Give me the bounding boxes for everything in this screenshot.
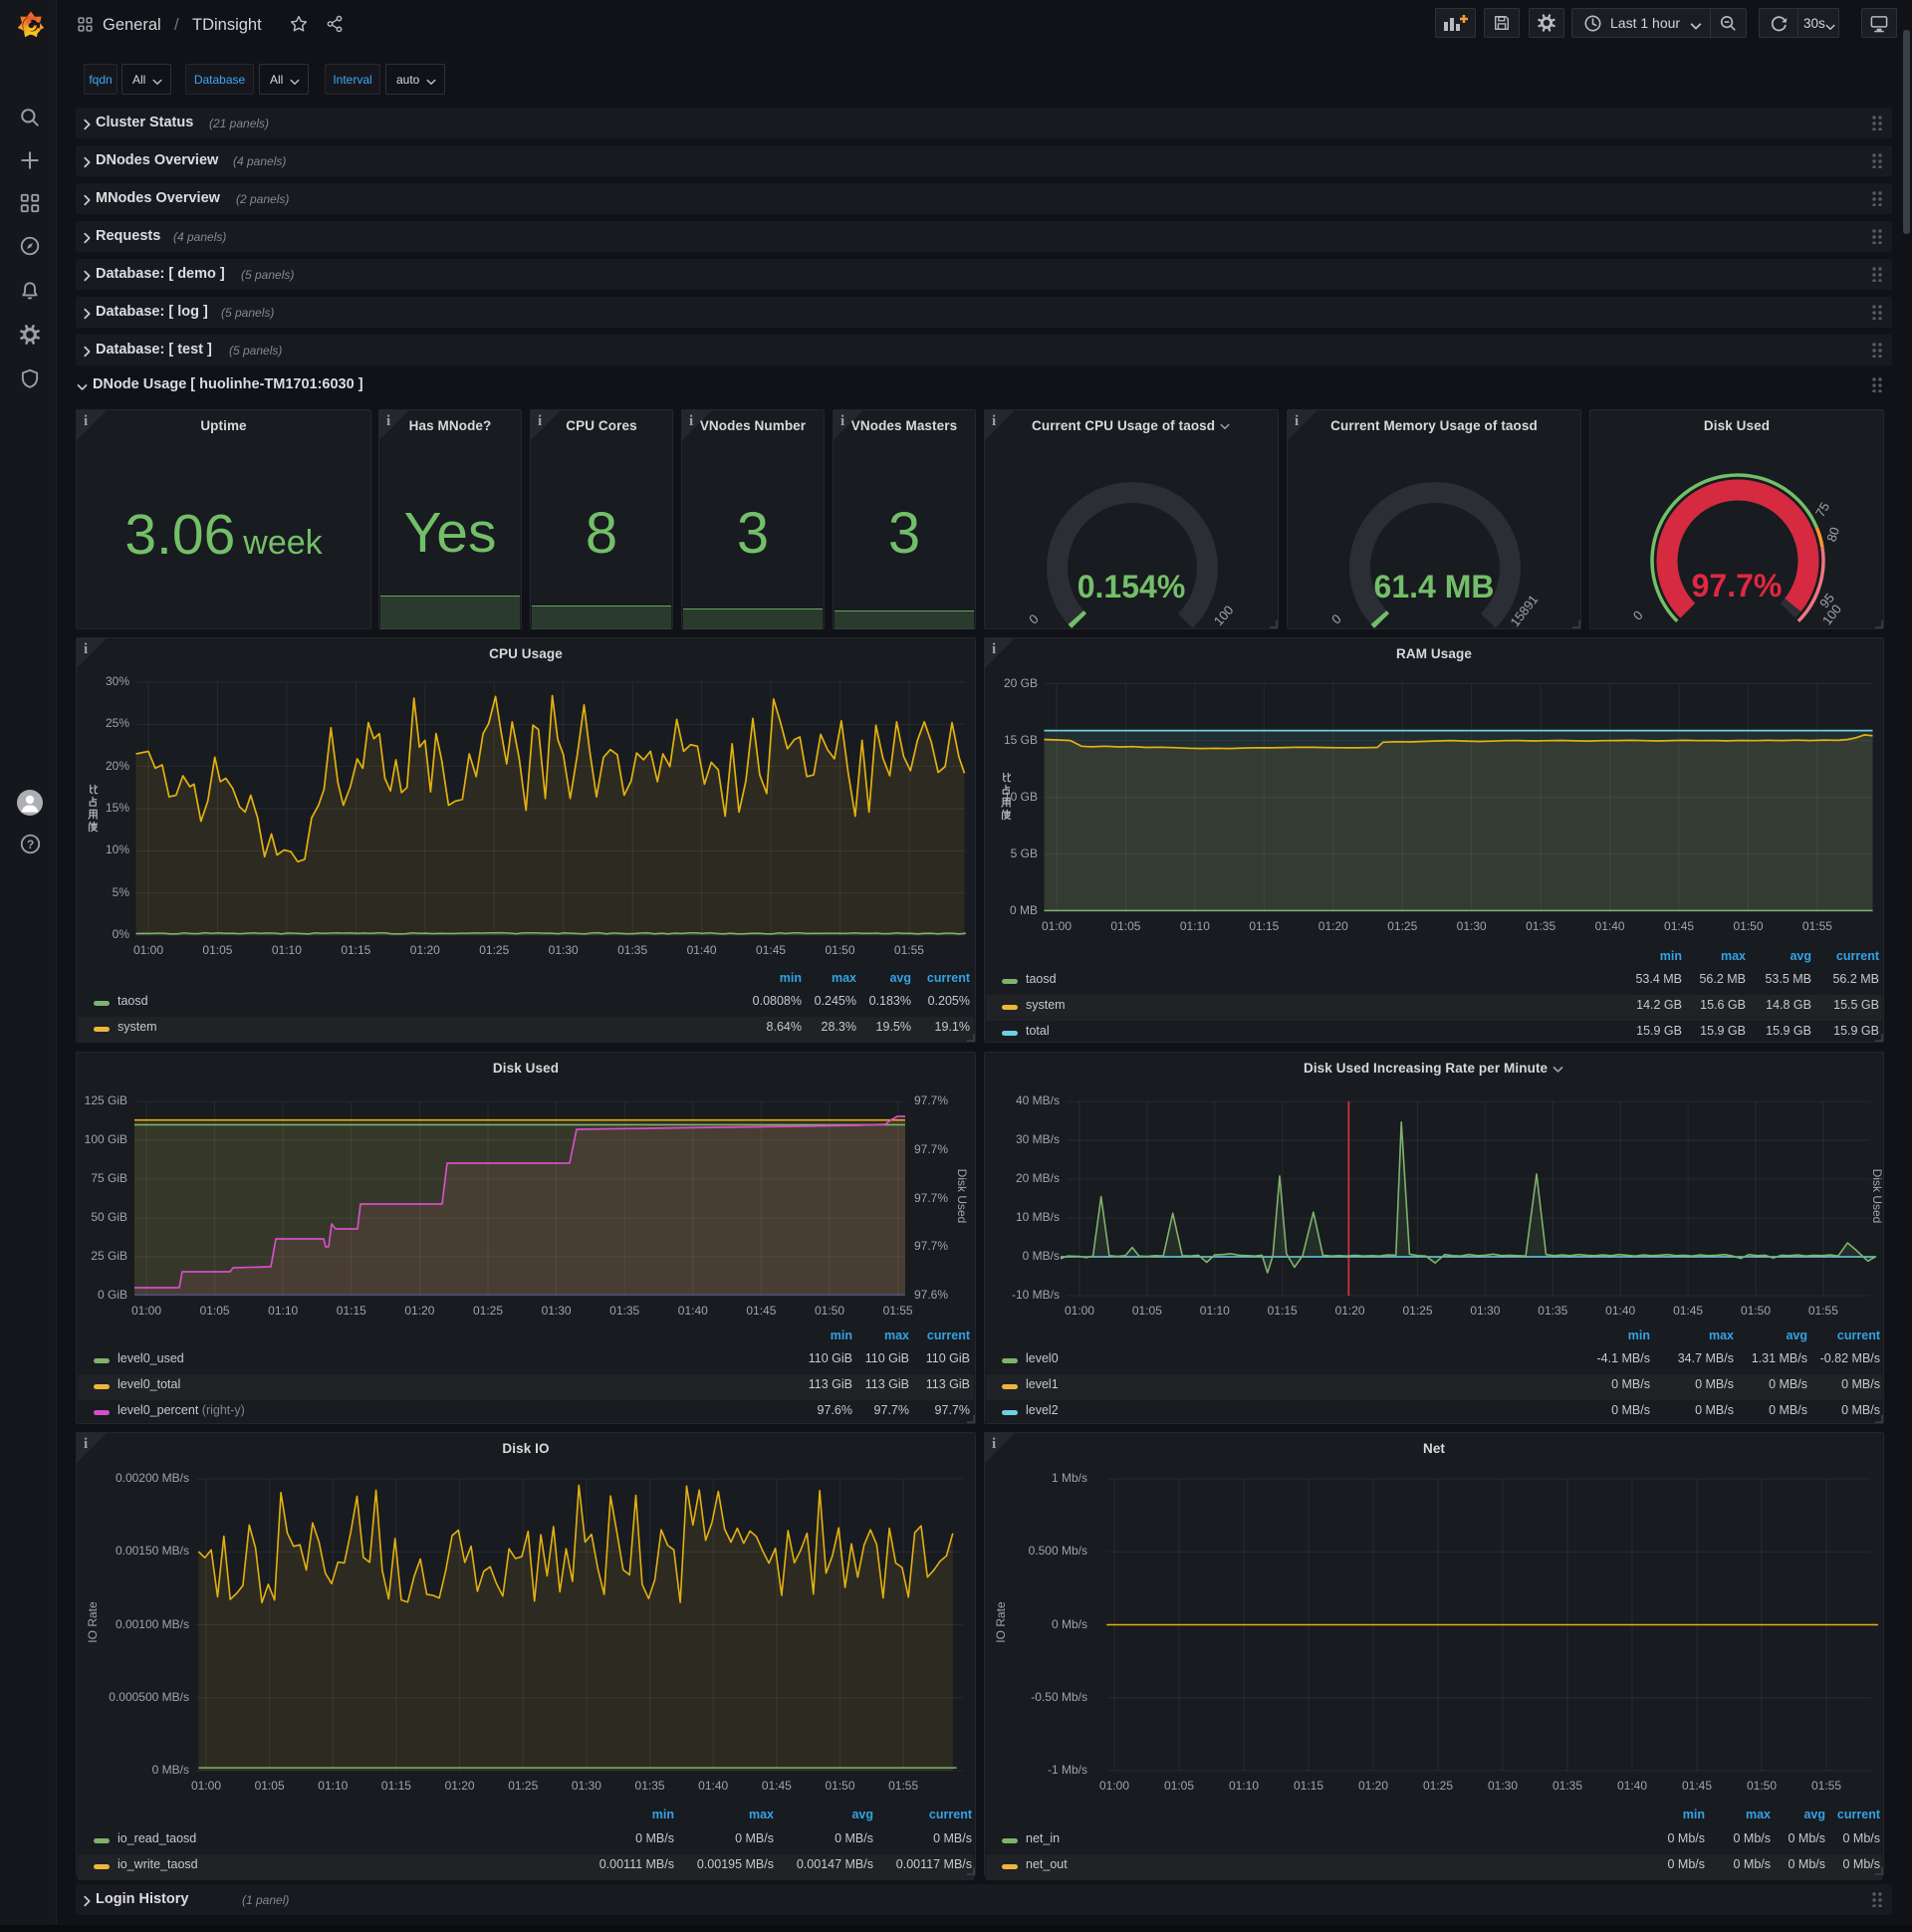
svg-text:75: 75 bbox=[1812, 500, 1832, 520]
svg-text:0: 0 bbox=[1026, 611, 1041, 627]
svg-text:80: 80 bbox=[1823, 525, 1842, 543]
svg-text:100: 100 bbox=[1211, 603, 1237, 628]
svg-text:0: 0 bbox=[1630, 607, 1646, 623]
svg-text:0: 0 bbox=[1328, 611, 1343, 627]
